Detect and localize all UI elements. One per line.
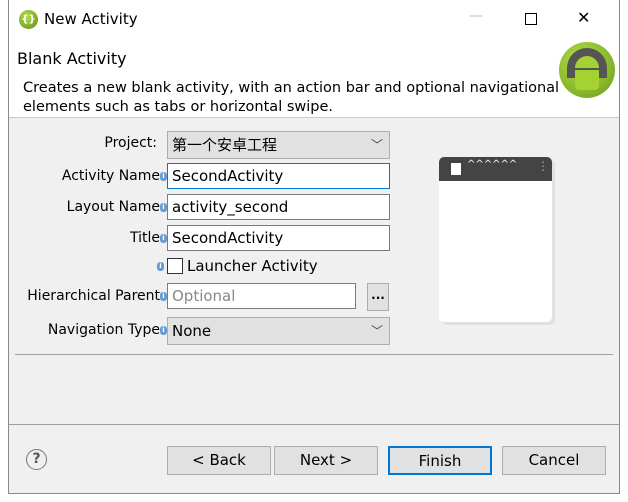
launcher-activity-checkbox[interactable] — [167, 258, 183, 274]
maximize-button[interactable] — [525, 13, 537, 25]
finish-button[interactable]: Finish — [388, 446, 492, 475]
preview-action-bar: ^^^^^^ ⋮ — [439, 157, 552, 181]
info-icon: i — [160, 292, 167, 301]
project-select[interactable]: 第一个安卓工程 ﹀ — [167, 131, 390, 159]
back-button[interactable]: < Back — [167, 446, 271, 475]
hierarchical-parent-input[interactable]: Optional — [167, 283, 356, 309]
project-label: Project: — [104, 135, 157, 151]
activity-name-label: Activity Name i — [9, 168, 167, 184]
next-button[interactable]: Next > — [274, 446, 378, 475]
browse-parent-button[interactable]: ... — [367, 283, 389, 311]
navigation-type-label: Navigation Type i — [9, 322, 167, 338]
activity-name-label-text: Activity Name — [61, 168, 160, 184]
navigation-type-value: None — [172, 322, 212, 340]
project-value: 第一个安卓工程 — [172, 136, 278, 154]
layout-name-label: Layout Name i — [9, 199, 167, 215]
title-label-text: Title — [129, 230, 160, 246]
divider — [9, 424, 619, 425]
activity-name-input[interactable]: SecondActivity — [167, 163, 390, 189]
hierarchical-parent-label-text: Hierarchical Parent — [27, 288, 160, 304]
layout-name-label-text: Layout Name — [66, 199, 160, 215]
chevron-down-icon: ﹀ — [370, 324, 383, 338]
page-title: Blank Activity — [17, 49, 127, 68]
wizard-header: Blank Activity Creates a new blank activ… — [9, 38, 619, 118]
info-icon: i — [157, 262, 164, 271]
title-label: Title i — [9, 230, 167, 246]
navigation-type-select[interactable]: None ﹀ — [167, 317, 390, 345]
hierarchical-parent-label: Hierarchical Parent i — [9, 288, 167, 304]
navigation-type-label-text: Navigation Type — [47, 322, 160, 338]
chevron-down-icon: ﹀ — [370, 138, 383, 152]
layout-name-input[interactable]: activity_second — [167, 194, 390, 220]
title-input[interactable]: SecondActivity — [167, 225, 390, 251]
close-button[interactable]: ✕ — [577, 8, 590, 27]
help-icon[interactable]: ? — [26, 449, 47, 470]
android-robot-icon — [559, 42, 615, 98]
title-bar: {} New Activity — ✕ — [9, 0, 619, 38]
new-activity-dialog: {} New Activity — ✕ Blank Activity Creat… — [8, 0, 620, 494]
launcher-activity-label: Launcher Activity — [187, 257, 318, 275]
divider — [15, 354, 613, 355]
app-icon: {} — [19, 10, 38, 29]
cancel-button[interactable]: Cancel — [502, 446, 606, 475]
minimize-button[interactable]: — — [469, 8, 483, 24]
page-description: Creates a new blank activity, with an ac… — [23, 80, 560, 115]
activity-preview: ^^^^^^ ⋮ — [439, 157, 552, 322]
window-title: New Activity — [44, 10, 138, 28]
info-icon: i — [160, 234, 167, 243]
info-icon: i — [160, 326, 167, 335]
info-icon: i — [160, 172, 167, 181]
info-icon: i — [160, 203, 167, 212]
